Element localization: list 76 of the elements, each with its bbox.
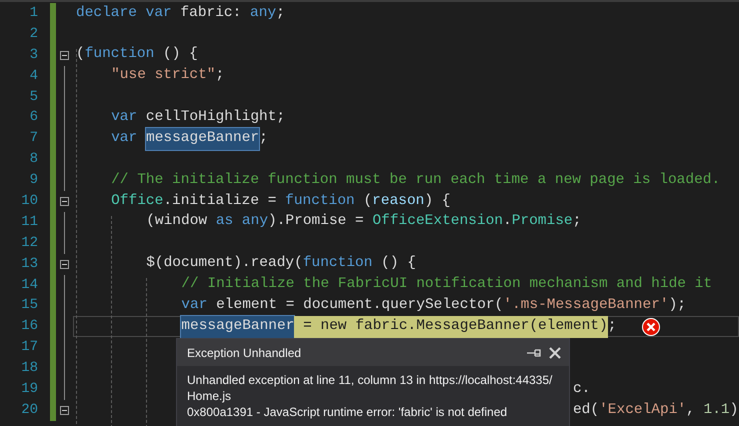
code-token: ed( [572, 400, 600, 420]
code-token: declare var [76, 4, 172, 23]
code-token: c. [572, 380, 590, 399]
line-number: 12 [20, 234, 38, 253]
code-token: var [111, 108, 138, 128]
code-token: var [181, 296, 208, 316]
pin-icon[interactable] [527, 348, 541, 356]
code-token: Promise [512, 212, 573, 232]
line-number: 20 [20, 400, 38, 420]
line-number: 11 [20, 212, 38, 232]
code-token: element = document.querySelector( [215, 296, 504, 316]
line-number: 16 [20, 317, 38, 336]
code-token: 1.1 [704, 400, 730, 420]
line-number: 17 [20, 338, 38, 358]
exception-message: Home.js [187, 388, 232, 404]
exception-message: 0x800a1391 - JavaScript runtime error: 'fabric' is not defined [187, 404, 508, 420]
line-number: 4 [28, 66, 38, 86]
line-number: 3 [28, 46, 38, 65]
code-token: cellToHighlight; [144, 108, 286, 128]
code-token: messageBanner [146, 128, 260, 150]
line-number: 14 [20, 276, 38, 295]
line-number: 18 [20, 359, 38, 378]
code-token: (window [146, 212, 208, 232]
line-number: 19 [20, 380, 38, 399]
code-token: ; [259, 128, 268, 148]
code-token: '.ms-MessageBanner' [503, 296, 669, 316]
code-token: ; [216, 66, 224, 86]
code-token: = new fabric.MessageBanner(element) [294, 316, 608, 338]
collapse-icon[interactable] [60, 50, 69, 60]
collapse-icon[interactable] [60, 406, 69, 415]
line-number: 6 [28, 108, 38, 128]
collapse-icon[interactable] [60, 260, 69, 269]
code-token: 'ExcelApi' [599, 400, 686, 420]
code-token: reason [372, 192, 424, 211]
line-number: 9 [28, 171, 38, 190]
code-token: // Initialize the FabricUI notification mechanism and hide it [181, 275, 712, 294]
code-token: var [111, 128, 138, 148]
code-token: OfficeExtension [372, 212, 503, 232]
close-icon[interactable] [549, 346, 561, 358]
code-token: ; [608, 316, 616, 336]
code-token: any [250, 4, 276, 23]
line-number: 2 [28, 24, 38, 44]
line-number: 5 [28, 88, 38, 107]
code-token: // The initialize function must be run each time a new page is loaded. [111, 170, 720, 190]
collapse-icon[interactable] [60, 196, 69, 206]
code-token: ; [276, 4, 285, 23]
line-number: 15 [20, 296, 38, 316]
line-number: 8 [28, 150, 38, 170]
code-token: . [502, 212, 512, 232]
code-token: ) [730, 400, 738, 420]
line-number: 13 [20, 254, 38, 274]
code-token: ( [76, 45, 85, 64]
code-token: $(document).ready( [146, 254, 303, 274]
code-token: () { [162, 45, 198, 64]
code-token: ).Promise = [268, 212, 365, 232]
code-token: Office [111, 192, 164, 211]
popup-title: Exception Unhandled [187, 344, 302, 362]
line-number: 1 [28, 4, 38, 23]
code-token: function [84, 45, 154, 64]
exception-message: Unhandled exception at line 11, column 13 in https://localhost:44335/ [187, 372, 554, 388]
code-token: function [302, 254, 372, 274]
code-token: as any [216, 212, 268, 232]
code-token: ; [572, 212, 582, 232]
code-token: "use strict" [111, 66, 216, 86]
code-token: () { [380, 254, 416, 274]
code-token: , [686, 400, 696, 420]
code-token: fabric: [179, 4, 242, 23]
code-token: messageBanner [181, 316, 294, 338]
line-number: 10 [20, 192, 38, 211]
code-token: ); [668, 296, 686, 316]
code-token: ) { [424, 192, 450, 211]
code-token: ( [362, 192, 372, 211]
code-token: .initialize = [163, 192, 278, 211]
error-icon [642, 318, 660, 336]
code-token: function [285, 192, 355, 211]
line-number: 7 [28, 129, 38, 148]
